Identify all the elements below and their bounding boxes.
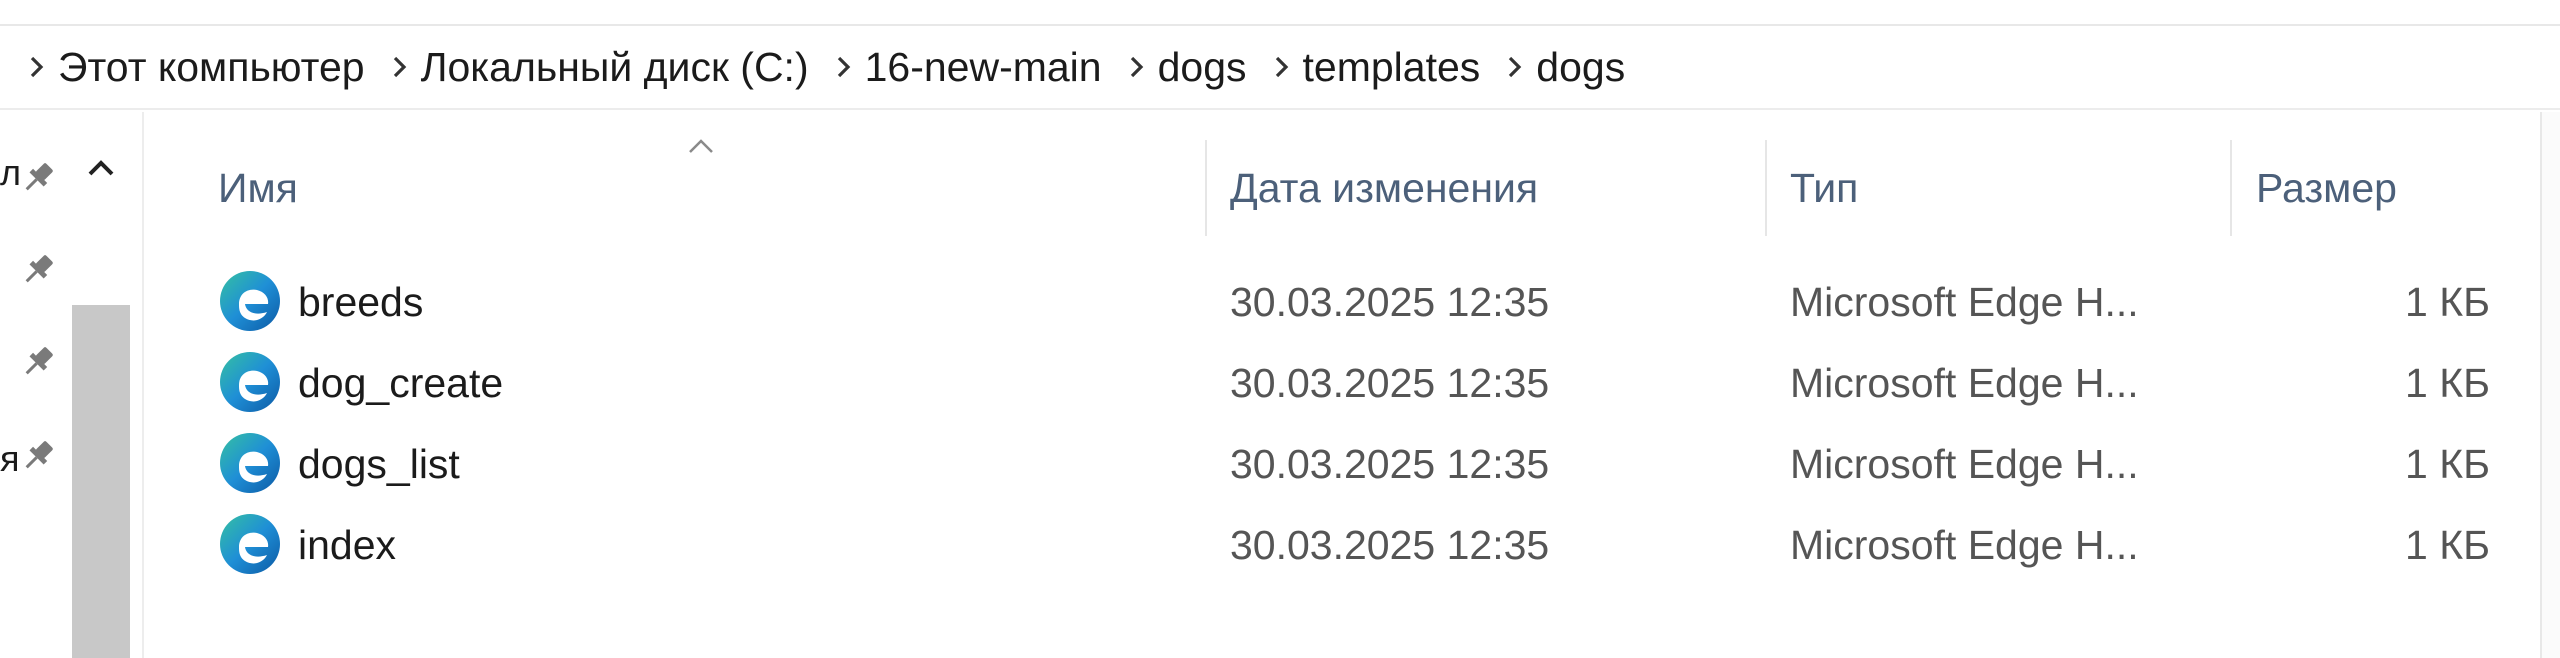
breadcrumb-item-dogs-current[interactable]: dogs	[1532, 25, 1643, 109]
file-date: 30.03.2025 12:35	[1230, 441, 1550, 487]
chevron-right-icon[interactable]	[1120, 47, 1154, 87]
pin-icon[interactable]	[18, 250, 58, 290]
chevron-right-icon[interactable]	[827, 47, 861, 87]
breadcrumb-item-templates[interactable]: templates	[1299, 25, 1499, 109]
column-divider[interactable]	[2230, 140, 2232, 236]
pin-icon[interactable]	[18, 342, 58, 382]
edge-html-file-icon	[217, 268, 283, 334]
pin-icon[interactable]	[18, 158, 58, 198]
column-divider[interactable]	[1765, 140, 1767, 236]
column-header-date[interactable]: Дата изменения	[1230, 140, 1538, 236]
chevron-right-icon[interactable]	[1265, 47, 1299, 87]
file-type: Microsoft Edge H...	[1790, 441, 2139, 487]
file-row[interactable]: breeds 30.03.2025 12:35 Microsoft Edge H…	[200, 262, 2540, 342]
window-top-strip	[0, 0, 2560, 26]
file-size: 1 КБ	[2405, 360, 2490, 406]
file-size: 1 КБ	[2405, 279, 2490, 325]
file-row[interactable]: dogs_list 30.03.2025 12:35 Microsoft Edg…	[200, 424, 2540, 504]
chevron-right-icon[interactable]	[383, 47, 417, 87]
edge-html-file-icon	[217, 511, 283, 577]
file-date: 30.03.2025 12:35	[1230, 279, 1550, 325]
breadcrumb-item-this-pc[interactable]: Этот компьютер	[54, 25, 383, 109]
scrollbar-thumb[interactable]	[72, 305, 130, 658]
right-scrollbar-edge[interactable]	[2540, 112, 2560, 658]
column-header-name[interactable]: Имя	[218, 140, 298, 236]
edge-html-file-icon	[217, 349, 283, 415]
file-date: 30.03.2025 12:35	[1230, 522, 1550, 568]
breadcrumb-item-project[interactable]: 16-new-main	[861, 25, 1120, 109]
sort-ascending-caret-icon	[686, 136, 716, 161]
breadcrumb-item-local-disk[interactable]: Локальный диск (C:)	[417, 25, 827, 109]
pin-icon[interactable]	[18, 436, 58, 476]
nav-item-label-cut[interactable]: я	[0, 438, 20, 480]
column-header-type[interactable]: Тип	[1790, 140, 1858, 236]
pane-divider	[142, 112, 144, 658]
file-type: Microsoft Edge H...	[1790, 522, 2139, 568]
file-size: 1 КБ	[2405, 441, 2490, 487]
file-name[interactable]: index	[298, 505, 396, 585]
file-type: Microsoft Edge H...	[1790, 360, 2139, 406]
nav-item-label-cut[interactable]: л	[0, 152, 20, 194]
file-size: 1 КБ	[2405, 522, 2490, 568]
breadcrumb-item-dogs-app[interactable]: dogs	[1154, 25, 1265, 109]
file-date: 30.03.2025 12:35	[1230, 360, 1550, 406]
chevron-right-icon[interactable]	[1498, 47, 1532, 87]
file-row[interactable]: index 30.03.2025 12:35 Microsoft Edge H.…	[200, 505, 2540, 585]
column-header-size[interactable]: Размер	[2256, 140, 2397, 236]
breadcrumb[interactable]: Этот компьютер Локальный диск (C:) 16-ne…	[0, 26, 2560, 110]
chevron-right-icon[interactable]	[20, 47, 54, 87]
file-row[interactable]: dog_create 30.03.2025 12:35 Microsoft Ed…	[200, 343, 2540, 423]
edge-html-file-icon	[217, 430, 283, 496]
file-name[interactable]: dog_create	[298, 343, 503, 423]
file-name[interactable]: breeds	[298, 262, 423, 342]
file-type: Microsoft Edge H...	[1790, 279, 2139, 325]
scroll-up-arrow-icon[interactable]	[72, 140, 130, 196]
column-divider[interactable]	[1205, 140, 1207, 236]
file-name[interactable]: dogs_list	[298, 424, 460, 504]
